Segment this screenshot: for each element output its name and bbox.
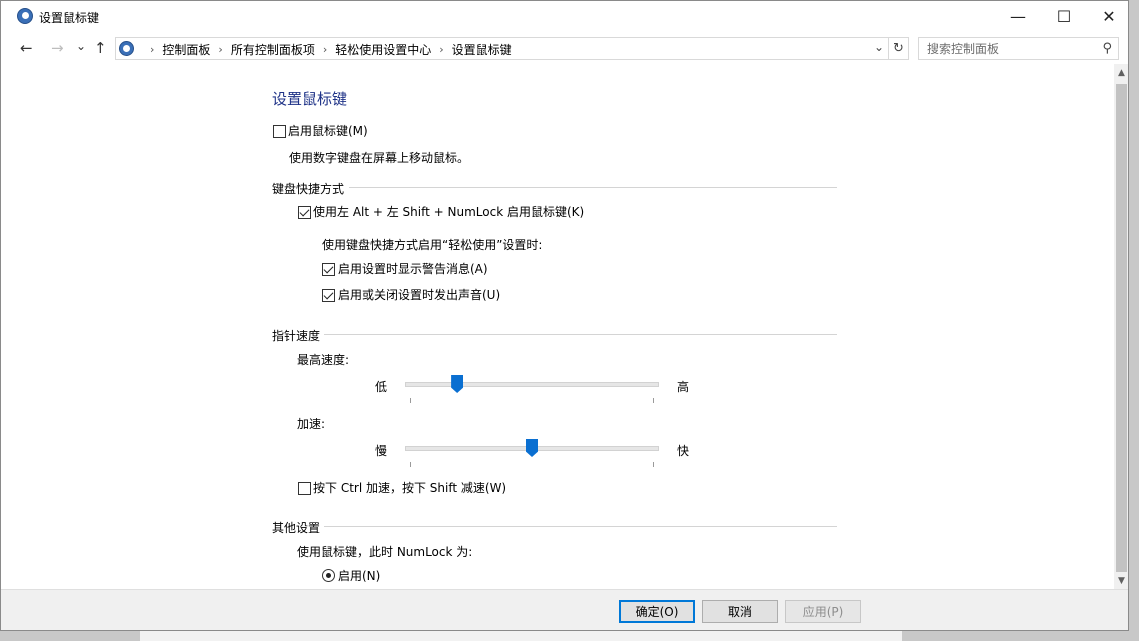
control-panel-icon <box>17 8 33 24</box>
keyboard-shortcut-section-title: 键盘快捷方式 <box>272 182 345 196</box>
ctrl-shift-checkbox[interactable] <box>298 482 311 495</box>
scrollbar-thumb[interactable] <box>1116 84 1127 572</box>
breadcrumb: › 控制面板 › 所有控制面板项 › 轻松使用设置中心 › 设置鼠标键 <box>142 41 512 58</box>
pointer-speed-section-title: 指针速度 <box>272 329 321 343</box>
enable-mouse-keys-description: 使用数字键盘在屏幕上移动鼠标。 <box>289 151 470 165</box>
ok-button[interactable]: 确定(O) <box>619 600 695 623</box>
breadcrumb-separator: › <box>218 43 223 56</box>
section-divider <box>349 187 837 188</box>
top-speed-slider-thumb[interactable] <box>451 375 464 393</box>
shortcut-checkbox[interactable] <box>298 206 311 219</box>
search-input[interactable] <box>919 38 1089 59</box>
breadcrumb-separator: › <box>439 43 444 56</box>
address-bar[interactable]: › 控制面板 › 所有控制面板项 › 轻松使用设置中心 › 设置鼠标键 ⌄ <box>115 37 889 60</box>
top-speed-high-label: 高 <box>677 380 690 394</box>
warning-message-label[interactable]: 启用设置时显示警告消息(A) <box>338 260 488 277</box>
other-settings-section-title: 其他设置 <box>272 521 321 535</box>
breadcrumb-control-panel[interactable]: 控制面板 <box>162 41 210 58</box>
search-box: ⚲ <box>918 37 1119 60</box>
close-button[interactable]: ✕ <box>1086 1 1128 32</box>
recent-locations-button[interactable]: ⌄ <box>76 36 86 56</box>
slider-tick <box>410 398 411 403</box>
breadcrumb-separator: › <box>322 43 328 56</box>
breadcrumb-separator: › <box>150 43 155 56</box>
sound-label[interactable]: 启用或关闭设置时发出声音(U) <box>338 286 500 303</box>
page-title: 设置鼠标键 <box>272 90 348 108</box>
navigation-bar: ← → ⌄ ↑ › 控制面板 › 所有控制面板项 › 轻松使用设置中心 › 设置… <box>1 33 1128 63</box>
numlock-label: 使用鼠标键，此时 NumLock 为: <box>297 545 473 559</box>
ctrl-shift-label[interactable]: 按下 Ctrl 加速，按下 Shift 减速(W) <box>313 479 506 496</box>
chevron-down-icon[interactable]: ⌄ <box>874 40 884 54</box>
minimize-button[interactable]: — <box>995 1 1041 32</box>
shortcut-subsection-label: 使用键盘快捷方式启用“轻松使用”设置时: <box>322 238 543 252</box>
breadcrumb-all-items[interactable]: 所有控制面板项 <box>231 41 315 58</box>
back-button[interactable]: ← <box>20 38 33 58</box>
acceleration-slow-label: 慢 <box>375 444 388 458</box>
breadcrumb-mouse-keys[interactable]: 设置鼠标键 <box>452 41 512 58</box>
scroll-down-button[interactable]: ▼ <box>1114 572 1128 589</box>
maximize-button[interactable]: ☐ <box>1041 1 1087 32</box>
slider-tick <box>410 462 411 467</box>
settings-content: 设置鼠标键 启用鼠标键(M) 使用数字键盘在屏幕上移动鼠标。 键盘快捷方式 使用… <box>9 64 1114 589</box>
search-icon[interactable]: ⚲ <box>1102 41 1112 56</box>
apply-button[interactable]: 应用(P) <box>785 600 861 623</box>
title-bar: 设置鼠标键 — ☐ ✕ <box>1 1 1128 32</box>
breadcrumb-ease-of-access[interactable]: 轻松使用设置中心 <box>335 41 431 58</box>
enable-mouse-keys-label[interactable]: 启用鼠标键(M) <box>288 122 368 139</box>
forward-button[interactable]: → <box>51 38 64 58</box>
numlock-on-radio[interactable] <box>322 569 335 582</box>
vertical-scrollbar[interactable]: ▲ ▼ <box>1114 64 1128 589</box>
refresh-button[interactable]: ↻ <box>889 37 909 60</box>
top-speed-low-label: 低 <box>375 380 388 394</box>
top-speed-slider-track[interactable] <box>405 382 659 387</box>
cancel-button[interactable]: 取消 <box>702 600 778 623</box>
acceleration-slider-thumb[interactable] <box>526 439 538 457</box>
dialog-footer: 确定(O) 取消 应用(P) <box>1 589 1128 630</box>
shortcut-label[interactable]: 使用左 Alt + 左 Shift + NumLock 启用鼠标键(K) <box>313 203 584 220</box>
enable-mouse-keys-checkbox[interactable] <box>273 125 286 138</box>
numlock-on-label[interactable]: 启用(N) <box>338 567 380 584</box>
up-button[interactable]: ↑ <box>94 38 107 58</box>
section-divider <box>324 334 837 335</box>
sound-checkbox[interactable] <box>322 289 335 302</box>
background-window-strip <box>140 630 902 641</box>
acceleration-label: 加速: <box>297 417 326 431</box>
warning-message-checkbox[interactable] <box>322 263 335 276</box>
scroll-up-button[interactable]: ▲ <box>1114 64 1128 81</box>
window-title: 设置鼠标键 <box>39 11 100 25</box>
slider-tick <box>653 398 654 403</box>
acceleration-fast-label: 快 <box>677 444 690 458</box>
section-divider <box>324 526 837 527</box>
top-speed-label: 最高速度: <box>297 353 350 367</box>
slider-tick <box>653 462 654 467</box>
mouse-keys-window: 设置鼠标键 — ☐ ✕ ← → ⌄ ↑ › 控制面板 › 所有控制面板项 › 轻… <box>0 0 1129 631</box>
control-panel-icon <box>119 41 134 56</box>
